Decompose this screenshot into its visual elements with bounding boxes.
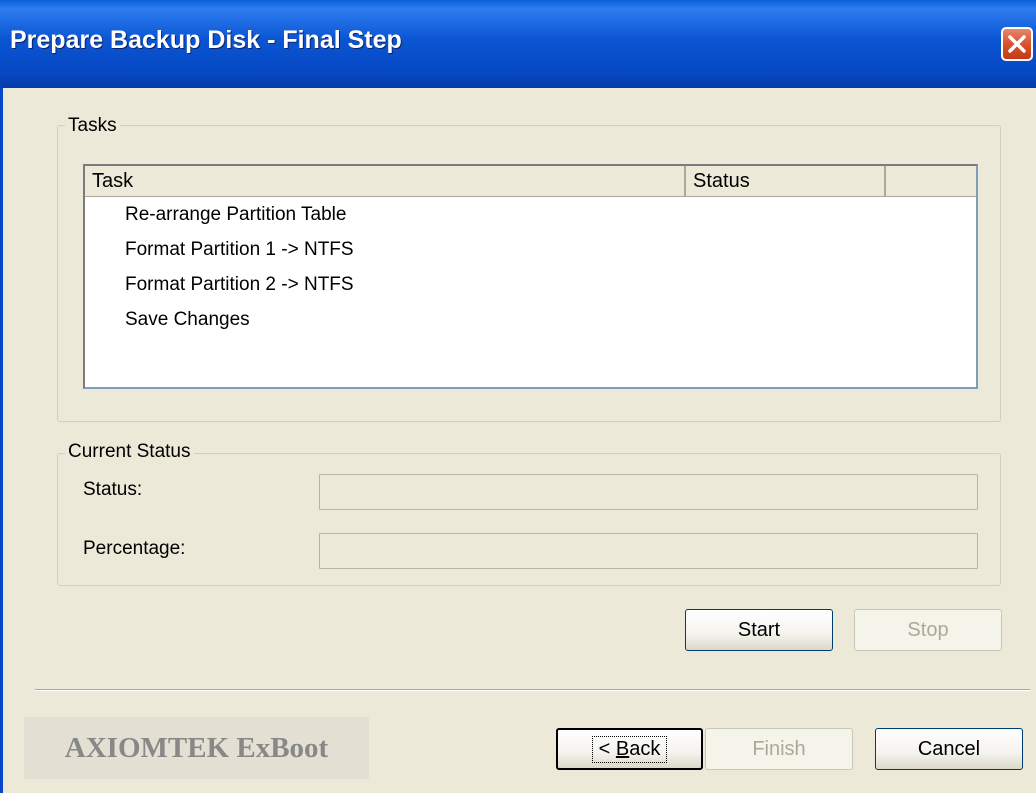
task-list[interactable]: Task Status Re-arrange Partition Table F…: [83, 164, 978, 389]
close-icon: [1008, 35, 1026, 53]
list-item[interactable]: Format Partition 2 -> NTFS: [125, 272, 354, 298]
stop-button[interactable]: Stop: [854, 609, 1002, 651]
column-header-task[interactable]: Task: [85, 166, 686, 196]
list-item[interactable]: Save Changes: [125, 307, 250, 333]
finish-button-label: Finish: [752, 737, 806, 760]
back-mnemonic: B: [615, 737, 630, 760]
status-field: [319, 474, 978, 510]
separator: [35, 689, 1030, 691]
title-bar[interactable]: Prepare Backup Disk - Final Step: [0, 0, 1036, 88]
back-button-label: < Back: [591, 735, 668, 763]
back-button[interactable]: < Back: [556, 728, 703, 770]
percentage-label: Percentage:: [83, 538, 186, 559]
column-header-empty[interactable]: [886, 166, 976, 196]
back-rest: ack: [629, 737, 661, 760]
start-button[interactable]: Start: [685, 609, 833, 651]
status-label: Status:: [83, 479, 143, 500]
current-status-group-label: Current Status: [65, 441, 194, 463]
window-title: Prepare Backup Disk - Final Step: [10, 26, 402, 54]
cancel-button[interactable]: Cancel: [875, 728, 1023, 770]
percentage-field: [319, 533, 978, 569]
close-button[interactable]: [1001, 27, 1033, 61]
finish-button[interactable]: Finish: [705, 728, 853, 770]
back-prefix: <: [598, 737, 616, 760]
stop-button-label: Stop: [907, 618, 949, 641]
column-header-status[interactable]: Status: [686, 166, 886, 196]
list-item[interactable]: Re-arrange Partition Table: [125, 202, 346, 228]
start-button-label: Start: [737, 618, 781, 641]
brand-logo: AXIOMTEK ExBoot: [24, 717, 369, 779]
task-list-header: Task Status: [85, 166, 976, 197]
cancel-button-label: Cancel: [917, 737, 981, 760]
list-item[interactable]: Format Partition 1 -> NTFS: [125, 237, 354, 263]
tasks-group-label: Tasks: [65, 115, 120, 137]
